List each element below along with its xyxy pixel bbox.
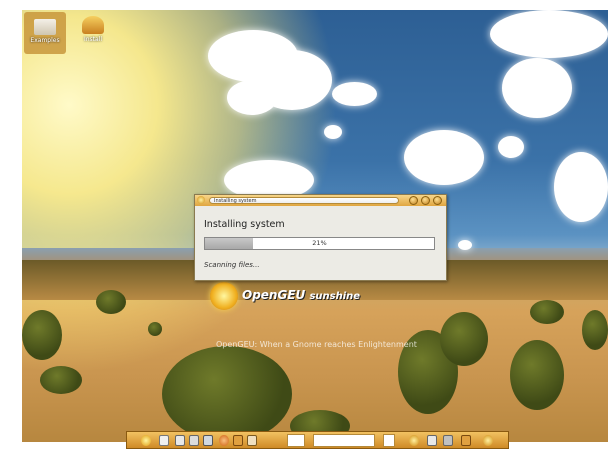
- cloud: [490, 10, 608, 58]
- tree: [40, 366, 82, 394]
- tree: [440, 312, 488, 366]
- cloud: [324, 125, 342, 139]
- cloud: [498, 136, 524, 158]
- image-viewer-icon[interactable]: [247, 435, 257, 446]
- status-text: Scanning files...: [204, 261, 260, 269]
- tray-icon[interactable]: [427, 435, 437, 446]
- close-button[interactable]: [433, 196, 442, 205]
- window-menu-icon[interactable]: [197, 196, 205, 204]
- tray-icon[interactable]: [461, 435, 471, 446]
- bottom-dock: [126, 431, 509, 449]
- tree: [530, 300, 564, 324]
- desktop-tagline: OpenGEU: When a Gnome reaches Enlightenm…: [216, 340, 417, 349]
- tree: [22, 310, 62, 360]
- tree: [582, 310, 608, 350]
- cloud: [404, 130, 484, 185]
- monitor-icon[interactable]: [203, 435, 213, 446]
- install-icon-label: Install: [83, 36, 103, 43]
- taskbar-window-slot[interactable]: [383, 434, 395, 447]
- folder-icon: [34, 19, 56, 35]
- tree: [96, 290, 126, 314]
- minimize-button[interactable]: [409, 196, 418, 205]
- logo-edition: sunshine: [309, 291, 361, 302]
- maximize-button[interactable]: [421, 196, 430, 205]
- taskbar-window-slot[interactable]: [313, 434, 375, 447]
- media-player-icon[interactable]: [233, 435, 243, 446]
- dialog-heading: Installing system: [204, 219, 285, 230]
- progress-percent: 21%: [312, 239, 327, 247]
- install-desktop-icon[interactable]: Install: [72, 12, 114, 54]
- terminal-icon[interactable]: [175, 435, 185, 446]
- web-browser-icon[interactable]: [219, 435, 229, 446]
- tree: [148, 322, 162, 336]
- settings-icon[interactable]: [189, 435, 199, 446]
- cloud: [332, 82, 377, 106]
- examples-icon-label: Examples: [30, 37, 60, 44]
- cloud: [554, 152, 608, 222]
- tree: [162, 346, 292, 442]
- dialog-title: Installing system: [209, 197, 399, 204]
- install-tray-icon[interactable]: [409, 435, 419, 446]
- cloud: [502, 58, 572, 118]
- logo-brand: OpenGEU: [242, 288, 306, 302]
- logo-text: OpenGEU sunshine: [242, 288, 360, 302]
- tray-icon[interactable]: [483, 435, 493, 446]
- tree: [510, 340, 564, 410]
- tray-icon[interactable]: [443, 435, 453, 446]
- taskbar-window-slot[interactable]: [287, 434, 305, 447]
- examples-desktop-icon[interactable]: Examples: [24, 12, 66, 54]
- cloud: [458, 240, 472, 250]
- sun-logo-icon: [210, 282, 238, 310]
- dialog-titlebar[interactable]: Installing system: [195, 195, 446, 206]
- file-manager-icon[interactable]: [159, 435, 169, 446]
- cloud: [227, 80, 277, 115]
- sun-menu-icon[interactable]: [141, 435, 151, 446]
- opengeu-logo: OpenGEU sunshine: [210, 282, 410, 322]
- installer-icon: [82, 16, 104, 34]
- installing-system-dialog: Installing system Installing system 21% …: [194, 194, 447, 281]
- install-progress-bar: 21%: [204, 237, 435, 250]
